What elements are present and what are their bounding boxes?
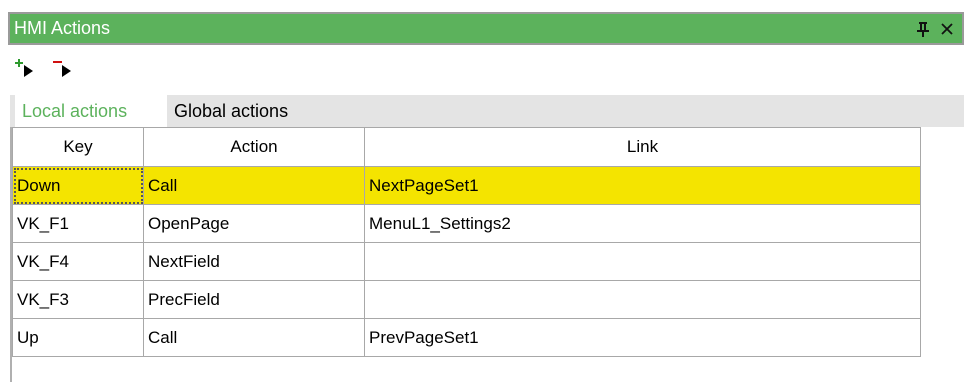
table-row[interactable]: Up Call PrevPageSet1	[12, 318, 921, 357]
action-cell[interactable]: NextField	[143, 242, 365, 281]
add-action-button[interactable]	[14, 58, 40, 84]
table-header-row: Key Action Link	[12, 127, 921, 167]
key-cell[interactable]: VK_F1	[12, 204, 144, 243]
titlebar-controls	[916, 21, 962, 37]
remove-action-icon	[52, 58, 78, 84]
action-cell[interactable]: Call	[143, 166, 365, 205]
column-header-link[interactable]: Link	[364, 127, 921, 167]
close-icon[interactable]	[940, 22, 954, 36]
panel-titlebar: HMI Actions	[8, 12, 964, 45]
actions-toolbar	[14, 58, 78, 84]
link-cell[interactable]: NextPageSet1	[364, 166, 921, 205]
actions-table: Key Action Link Down Call NextPageSet1 V…	[12, 127, 921, 357]
tab-strip: Local actions Global actions	[10, 95, 964, 127]
key-cell[interactable]: VK_F4	[12, 242, 144, 281]
link-cell[interactable]	[364, 242, 921, 281]
actions-grid: Key Action Link Down Call NextPageSet1 V…	[10, 127, 964, 382]
link-cell[interactable]: MenuL1_Settings2	[364, 204, 921, 243]
link-cell[interactable]: PrevPageSet1	[364, 318, 921, 357]
table-row[interactable]: VK_F4 NextField	[12, 242, 921, 281]
remove-action-button[interactable]	[52, 58, 78, 84]
key-cell[interactable]: Up	[12, 318, 144, 357]
table-row[interactable]: VK_F1 OpenPage MenuL1_Settings2	[12, 204, 921, 243]
tab-global-actions[interactable]: Global actions	[167, 95, 295, 127]
action-cell[interactable]: PrecField	[143, 280, 365, 319]
column-header-key[interactable]: Key	[12, 127, 144, 167]
key-cell[interactable]: VK_F3	[12, 280, 144, 319]
pin-icon[interactable]	[916, 21, 930, 37]
add-action-icon	[14, 58, 40, 84]
panel-title: HMI Actions	[14, 18, 111, 38]
link-cell[interactable]	[364, 280, 921, 319]
key-cell[interactable]: Down	[12, 166, 144, 205]
action-cell[interactable]: Call	[143, 318, 365, 357]
action-cell[interactable]: OpenPage	[143, 204, 365, 243]
column-header-action[interactable]: Action	[143, 127, 365, 167]
tab-local-actions[interactable]: Local actions	[15, 95, 167, 127]
table-row[interactable]: Down Call NextPageSet1	[12, 166, 921, 205]
table-row[interactable]: VK_F3 PrecField	[12, 280, 921, 319]
